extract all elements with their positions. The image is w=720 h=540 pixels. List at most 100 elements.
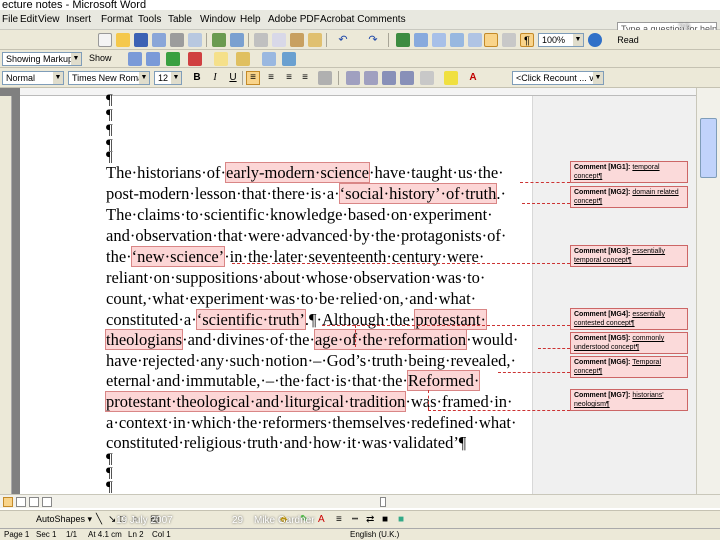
shadow-icon[interactable]: ■ <box>382 514 388 525</box>
menu-edit[interactable]: Edit <box>20 14 37 25</box>
line-icon[interactable]: ╲ <box>96 514 102 525</box>
menu-window[interactable]: Window <box>200 14 236 25</box>
menu-tools[interactable]: Tools <box>138 14 161 25</box>
text-line[interactable]: have·rejected·any·such·notion·–·God’s·tr… <box>106 351 516 371</box>
comment-balloon[interactable]: Comment [MG5]: commonly understood conce… <box>570 332 688 354</box>
font-combo[interactable]: Times New Roman ▼ <box>68 71 150 85</box>
spelling-icon[interactable] <box>212 33 226 47</box>
align-left-icon[interactable]: ≡ <box>246 71 260 85</box>
comment-balloon[interactable]: Comment [MG2]: domain related concept¶ <box>570 186 688 208</box>
text-line[interactable]: post-modern·lesson·that·there·is·a·‘soci… <box>106 183 506 204</box>
menu-view[interactable]: View <box>38 14 60 25</box>
outside-border-icon[interactable] <box>420 71 434 85</box>
print-layout-icon[interactable] <box>29 497 39 507</box>
text-line[interactable]: The·claims·to·scientific·knowledge·based… <box>106 205 493 225</box>
chevron-down-icon[interactable]: ▼ <box>71 53 81 65</box>
comment-balloon[interactable]: Comment [MG3]: essentially temporal conc… <box>570 245 688 267</box>
redo-icon[interactable]: ↷ <box>366 33 380 47</box>
normal-view-icon[interactable] <box>3 497 13 507</box>
text-line[interactable]: theologians·and·divines·of·the·age·of·th… <box>104 329 518 350</box>
next-change-icon[interactable] <box>146 52 160 66</box>
menu-adobe-pdf[interactable]: Adobe PDF <box>268 14 320 25</box>
text-line[interactable]: a·context·in·which·the·reformers·themsel… <box>106 413 516 433</box>
line-style-icon[interactable]: ≡ <box>336 514 342 525</box>
track-changes-icon[interactable] <box>262 52 276 66</box>
previous-change-icon[interactable] <box>128 52 142 66</box>
menu-file[interactable]: File <box>2 14 18 25</box>
chevron-down-icon[interactable]: ▼ <box>573 34 583 46</box>
chevron-down-icon[interactable]: ▼ <box>171 72 181 84</box>
show-menu-button[interactable]: Show <box>86 52 122 66</box>
print-preview-icon[interactable] <box>188 33 202 47</box>
comment-balloon[interactable]: Comment [MG1]: temporal concept¶ <box>570 161 688 183</box>
text-line[interactable]: protestant·theological·and·liturgical·tr… <box>104 391 513 412</box>
text-line[interactable]: constituted·a·‘scientific·truth’.¶·Altho… <box>106 309 487 330</box>
horizontal-scrollbar[interactable] <box>0 494 720 508</box>
read-button[interactable]: Read <box>612 33 644 47</box>
line-spacing-icon[interactable] <box>318 71 332 85</box>
text-line[interactable]: eternal·and·immutable,·–·the·fact·is·tha… <box>106 370 481 391</box>
display-for-review-combo[interactable]: Showing Markup ▼ <box>2 52 82 66</box>
3d-style-icon[interactable]: ■ <box>398 514 404 525</box>
cut-icon[interactable] <box>254 33 268 47</box>
permission-icon[interactable] <box>152 33 166 47</box>
outline-view-icon[interactable] <box>42 497 52 507</box>
insert-table-icon[interactable] <box>432 33 446 47</box>
vertical-ruler[interactable] <box>0 96 12 500</box>
comment-balloon[interactable]: Comment [MG4]: essentially contested con… <box>570 308 688 330</box>
text-line[interactable]: reliant·on·suppositions·about·whose·obse… <box>106 268 485 288</box>
drawing-toggle-icon[interactable] <box>484 33 498 47</box>
print-icon[interactable] <box>170 33 184 47</box>
format-painter-icon[interactable] <box>308 33 322 47</box>
scroll-thumb[interactable] <box>380 497 386 507</box>
text-line[interactable]: The·historians·of·early-modern·science·h… <box>106 162 504 183</box>
new-document-icon[interactable] <box>98 33 112 47</box>
horizontal-ruler[interactable] <box>20 88 720 96</box>
font-color-icon[interactable]: A <box>466 71 480 85</box>
menu-acrobat-comments[interactable]: Acrobat Comments <box>320 14 406 25</box>
document-map-icon[interactable] <box>502 33 516 47</box>
paste-icon[interactable] <box>290 33 304 47</box>
tables-borders-icon[interactable] <box>414 33 428 47</box>
bold-button[interactable]: B <box>190 71 204 85</box>
text-line[interactable]: count,·what·experiment·was·to·be·relied·… <box>106 289 476 309</box>
text-line[interactable]: and·observation·that·were·advanced·by·th… <box>106 226 506 246</box>
italic-button[interactable]: I <box>208 71 222 85</box>
reject-change-icon[interactable] <box>188 52 202 66</box>
menu-format[interactable]: Format <box>101 14 133 25</box>
underline-button[interactable]: U <box>226 71 240 85</box>
text-line[interactable]: the·‘new·science’·in·the·later·seventeen… <box>106 246 484 267</box>
scroll-thumb[interactable] <box>700 118 717 178</box>
insert-excel-icon[interactable] <box>450 33 464 47</box>
vertical-scrollbar[interactable] <box>696 88 720 500</box>
font-size-combo[interactable]: 12 ▼ <box>154 71 182 85</box>
menu-insert[interactable]: Insert <box>66 14 91 25</box>
menu-help[interactable]: Help <box>240 14 261 25</box>
chevron-down-icon[interactable]: ▼ <box>139 72 149 84</box>
research-icon[interactable] <box>230 33 244 47</box>
bullets-icon[interactable] <box>364 71 378 85</box>
accept-change-icon[interactable] <box>166 52 180 66</box>
undo-icon[interactable]: ↶ <box>336 33 350 47</box>
open-icon[interactable] <box>116 33 130 47</box>
hyperlink-icon[interactable] <box>396 33 410 47</box>
align-right-icon[interactable]: ≡ <box>282 71 296 85</box>
insert-comment-icon[interactable] <box>214 52 228 66</box>
chevron-down-icon[interactable]: ▼ <box>53 72 63 84</box>
show-hide-formatting-icon[interactable]: ¶ <box>520 33 534 47</box>
align-center-icon[interactable]: ≡ <box>264 71 278 85</box>
zoom-combo[interactable]: 100% ▼ <box>538 33 584 47</box>
draw-font-color-icon[interactable]: A <box>318 514 325 525</box>
comment-balloon[interactable]: Comment [MG6]: Temporal concept¶ <box>570 356 688 378</box>
columns-icon[interactable] <box>468 33 482 47</box>
menu-table[interactable]: Table <box>168 14 192 25</box>
highlight-changes-icon[interactable] <box>236 52 250 66</box>
help-icon[interactable] <box>588 33 602 47</box>
numbering-icon[interactable] <box>346 71 360 85</box>
save-icon[interactable] <box>134 33 148 47</box>
autoshapes-menu[interactable]: AutoShapes ▾ <box>36 514 92 525</box>
justify-icon[interactable]: ≡ <box>298 71 312 85</box>
increase-indent-icon[interactable] <box>400 71 414 85</box>
copy-icon[interactable] <box>272 33 286 47</box>
comment-balloon[interactable]: Comment [MG7]: historians' neologism¶ <box>570 389 688 411</box>
